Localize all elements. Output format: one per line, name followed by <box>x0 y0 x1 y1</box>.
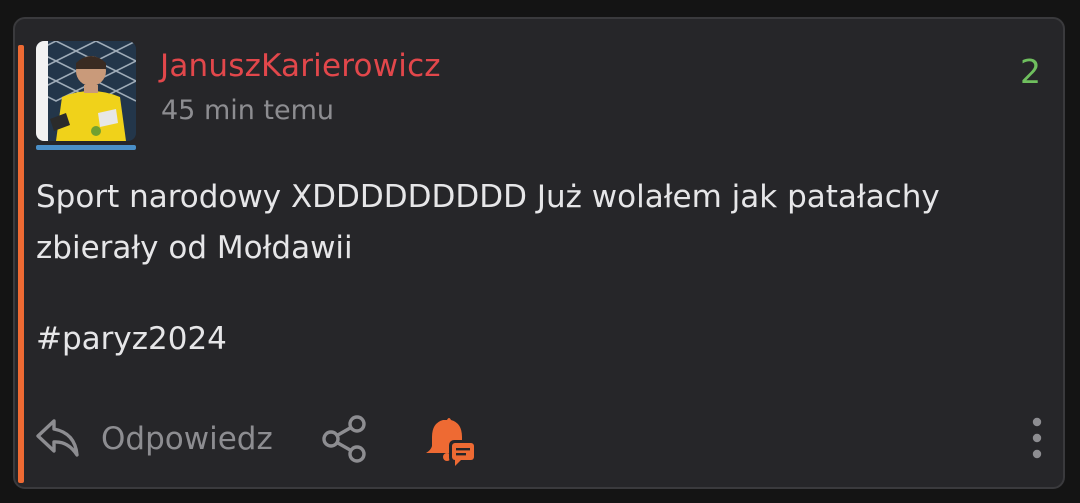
thread-accent-bar <box>18 45 24 483</box>
avatar[interactable] <box>36 41 136 141</box>
notify-button[interactable] <box>423 413 479 473</box>
bell-comment-icon <box>423 413 479 473</box>
hashtag-link[interactable]: #paryz2024 <box>36 321 227 357</box>
timestamp: 45 min temu <box>161 95 335 126</box>
username[interactable]: JanuszKarierowicz <box>160 48 441 84</box>
vote-score: 2 <box>1020 52 1041 91</box>
comment-card: JanuszKarierowicz 45 min temu 2 Sport na… <box>13 17 1065 489</box>
reply-button[interactable]: Odpowiedz <box>35 415 273 463</box>
reply-label: Odpowiedz <box>101 421 273 457</box>
comment-body: Sport narodowy XDDDDDDDDD Już wolałem ja… <box>36 179 940 266</box>
reply-icon <box>35 415 81 463</box>
more-options-button[interactable] <box>1027 415 1047 465</box>
share-button[interactable] <box>319 413 371 469</box>
avatar-image <box>36 41 136 141</box>
share-icon <box>319 413 371 469</box>
more-vertical-icon <box>1027 415 1047 465</box>
avatar-underline <box>36 145 136 150</box>
